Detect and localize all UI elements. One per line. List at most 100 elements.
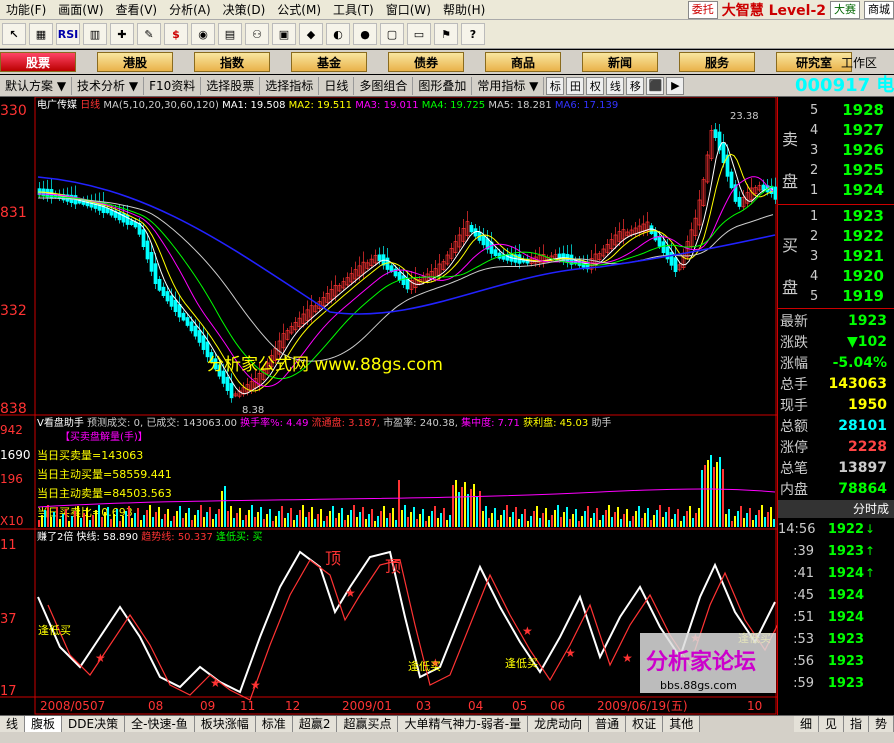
volume-bar bbox=[128, 506, 130, 527]
view-toggle-4[interactable]: 移 bbox=[626, 76, 645, 95]
menu-item-2[interactable]: 查看(V) bbox=[110, 1, 164, 18]
flag-icon[interactable]: ⚑ bbox=[434, 23, 458, 45]
arrow-icon[interactable]: ↖ bbox=[2, 23, 26, 45]
bottom-tab-8[interactable]: 大单精气神力-弱者-量 bbox=[398, 716, 529, 732]
tick-row: :59 1923 bbox=[778, 673, 894, 693]
nav-3[interactable]: 基金 bbox=[291, 52, 367, 72]
subbar-item-6[interactable]: 多图组合 bbox=[354, 76, 414, 95]
binoculars-icon[interactable]: ⚇ bbox=[245, 23, 269, 45]
book-icon[interactable]: ▣ bbox=[272, 23, 296, 45]
vol-field-turnover: 换手率%: 4.49 bbox=[240, 416, 312, 429]
dasai-button[interactable]: 大赛 bbox=[830, 1, 860, 19]
subbar-item-1[interactable]: 技术分析 ▼ bbox=[72, 76, 145, 95]
pen-icon[interactable]: ✎ bbox=[137, 23, 161, 45]
bottom-right-tab-3[interactable]: 势 bbox=[868, 716, 894, 732]
kline-chart[interactable]: 电广传媒 日线 MA(5,10,20,30,60,120) MA1: 19.50… bbox=[0, 97, 777, 715]
view-toggle-0[interactable]: 标 bbox=[546, 76, 565, 95]
window-icon[interactable]: ▭ bbox=[407, 23, 431, 45]
volume-bar bbox=[497, 520, 499, 527]
menu-item-7[interactable]: 窗口(W) bbox=[380, 1, 437, 18]
glasses-icon[interactable]: ◉ bbox=[191, 23, 215, 45]
menu-item-6[interactable]: 工具(T) bbox=[327, 1, 380, 18]
grid-icon[interactable]: ▦ bbox=[29, 23, 53, 45]
nav-0[interactable]: 股票 bbox=[0, 52, 76, 72]
bottom-right-tab-1[interactable]: 见 bbox=[818, 716, 844, 732]
bottom-right-tab-0[interactable]: 细 bbox=[793, 716, 819, 732]
view-toggle-5[interactable]: ⬛ bbox=[646, 76, 665, 95]
volume-bar bbox=[539, 518, 541, 527]
menu-item-4[interactable]: 决策(D) bbox=[217, 1, 272, 18]
bottom-tab-1[interactable]: 腹板 bbox=[25, 716, 63, 732]
subbar-item-5[interactable]: 日线 bbox=[319, 76, 355, 95]
workzone-button[interactable]: 工作区 bbox=[824, 50, 894, 74]
bottom-tab-0[interactable]: 线 bbox=[0, 716, 26, 732]
subbar-item-4[interactable]: 选择指标 bbox=[260, 76, 320, 95]
box-icon[interactable]: ▢ bbox=[380, 23, 404, 45]
bottom-tab-9[interactable]: 龙虎动向 bbox=[528, 716, 590, 732]
volume-bar bbox=[752, 520, 754, 527]
volume-bar bbox=[191, 520, 193, 527]
bottom-tab-7[interactable]: 超赢买点 bbox=[337, 716, 399, 732]
diamond-icon[interactable]: ◆ bbox=[299, 23, 323, 45]
menu-item-0[interactable]: 功能(F) bbox=[0, 1, 52, 18]
bar-icon[interactable]: ▥ bbox=[83, 23, 107, 45]
mall-button[interactable]: 商城 bbox=[864, 1, 894, 19]
volume-bar bbox=[488, 518, 490, 527]
level-num: 5 bbox=[810, 102, 819, 118]
chart-icon[interactable]: ▤ bbox=[218, 23, 242, 45]
nav-6[interactable]: 新闻 bbox=[582, 52, 658, 72]
bottom-tab-3[interactable]: 全-快速-鱼 bbox=[125, 716, 195, 732]
nav-5[interactable]: 商品 bbox=[485, 52, 561, 72]
bottom-right-tab-2[interactable]: 指 bbox=[843, 716, 869, 732]
bottom-tab-12[interactable]: 其他 bbox=[663, 716, 701, 732]
subbar-item-8[interactable]: 常用指标 ▼ bbox=[472, 76, 545, 95]
bottom-tab-2[interactable]: DDE决策 bbox=[62, 716, 126, 732]
menu-item-5[interactable]: 公式(M) bbox=[271, 1, 327, 18]
volume-bar bbox=[677, 509, 679, 527]
bottom-tab-11[interactable]: 权证 bbox=[626, 716, 664, 732]
menu-item-1[interactable]: 画面(W) bbox=[52, 1, 109, 18]
nav-7[interactable]: 服务 bbox=[679, 52, 755, 72]
menu-item-8[interactable]: 帮助(H) bbox=[437, 1, 491, 18]
volume-bar bbox=[383, 506, 385, 527]
view-toggle-1[interactable]: 田 bbox=[566, 76, 585, 95]
quote-row: 涨跌 ▼102 bbox=[778, 331, 894, 352]
bottom-tab-5[interactable]: 标准 bbox=[255, 716, 293, 732]
view-toggle-3[interactable]: 线 bbox=[606, 76, 625, 95]
volume-bar bbox=[599, 520, 601, 527]
volume-bar bbox=[713, 467, 715, 527]
nav-2[interactable]: 指数 bbox=[194, 52, 270, 72]
level-num: 2 bbox=[810, 228, 819, 244]
osc-field-trend: 趋势线: 50.337 bbox=[141, 530, 216, 543]
menu-item-3[interactable]: 分析(A) bbox=[163, 1, 217, 18]
nav-4[interactable]: 债券 bbox=[388, 52, 464, 72]
rsi-icon[interactable]: RSI bbox=[56, 23, 80, 45]
dollar-icon[interactable]: $ bbox=[164, 23, 188, 45]
tick-price: 1923 bbox=[827, 675, 864, 691]
view-toggle-6[interactable]: ▶ bbox=[666, 76, 685, 95]
view-toggle-2[interactable]: 权 bbox=[586, 76, 605, 95]
volume-axis-label: X10 bbox=[0, 514, 24, 528]
subbar-item-2[interactable]: F10资料 bbox=[144, 76, 202, 95]
bottom-right-tabs: 细见指势 bbox=[793, 716, 894, 732]
subbar-item-3[interactable]: 选择股票 bbox=[201, 76, 261, 95]
quote-value: 1923 bbox=[848, 312, 887, 329]
volume-bar bbox=[464, 482, 466, 527]
signal-star: ★ bbox=[210, 676, 221, 690]
bottom-tab-4[interactable]: 板块涨幅 bbox=[194, 716, 256, 732]
bottom-tab-6[interactable]: 超赢2 bbox=[292, 716, 338, 732]
plus-icon[interactable]: ✚ bbox=[110, 23, 134, 45]
nav-1[interactable]: 港股 bbox=[97, 52, 173, 72]
subbar-item-0[interactable]: 默认方案 ▼ bbox=[0, 76, 73, 95]
bottom-tab-10[interactable]: 普通 bbox=[589, 716, 627, 732]
vol-field-pe: 市盈率: 240.38, bbox=[383, 416, 461, 429]
entrust-button[interactable]: 委托 bbox=[687, 1, 718, 19]
subbar-item-7[interactable]: 图形叠加 bbox=[413, 76, 473, 95]
volume-bar bbox=[536, 506, 538, 527]
level-num: 1 bbox=[810, 208, 819, 224]
volume-bar bbox=[38, 520, 40, 527]
volume-bar bbox=[137, 508, 139, 527]
help-icon[interactable]: ? bbox=[461, 23, 485, 45]
car-icon[interactable]: ◐ bbox=[326, 23, 350, 45]
circle-icon[interactable]: ● bbox=[353, 23, 377, 45]
